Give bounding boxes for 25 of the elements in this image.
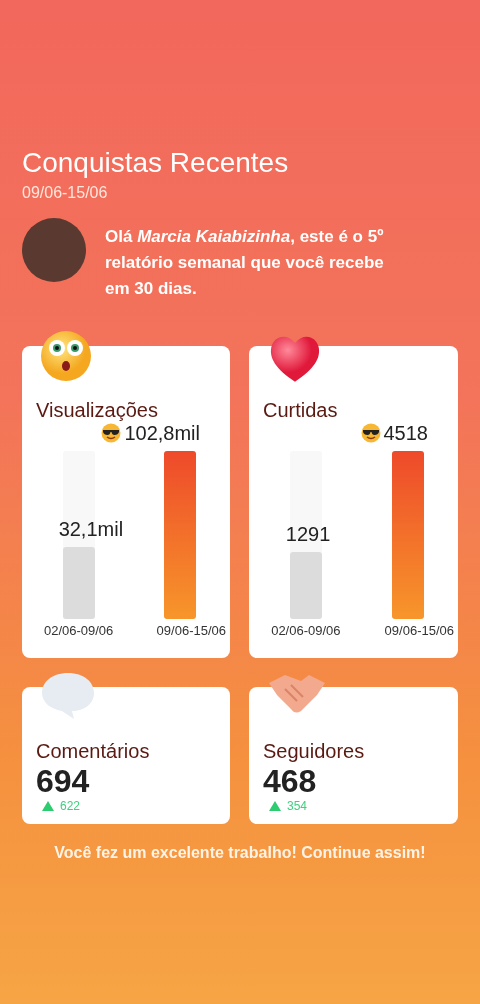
bar-value: 32,1mil: [58, 516, 124, 541]
date-range: 09/06-15/06: [22, 184, 109, 202]
up-triangle-icon: [269, 801, 281, 811]
stat-change: 354: [287, 799, 308, 813]
card-title: Curtidas: [263, 398, 339, 422]
greeting-message: Olá Marcia Kaiabizinha, este é o 5º relatório semanal que você recebe em 30 dias.: [105, 226, 385, 300]
stat-value: 468: [263, 763, 318, 799]
period-label: 02/06-09/06: [271, 623, 341, 638]
encouragement-message: Você fez um excelente trabalho! Continue assim!: [53, 844, 427, 862]
period-label: 09/06-15/06: [156, 623, 226, 638]
card-title: Visualizações: [36, 398, 159, 422]
period-label: 09/06-15/06: [384, 623, 454, 638]
page-title: Conquistas Recentes: [22, 146, 290, 180]
card-title: Comentários: [36, 739, 151, 763]
stat-change: 622: [60, 799, 81, 813]
bar-value: 102,8mil: [124, 421, 200, 445]
sunglasses-face-icon: [360, 423, 381, 443]
stat-value: 694: [36, 763, 91, 799]
sunglasses-face-icon: [101, 423, 122, 443]
up-triangle-icon: [42, 801, 54, 811]
card-title: Seguidores: [263, 739, 366, 763]
speech-bubble-icon: [40, 671, 96, 721]
bar-value: 4518: [383, 421, 428, 445]
bar-value: 1291: [285, 521, 331, 546]
period-label: 02/06-09/06: [43, 623, 114, 638]
